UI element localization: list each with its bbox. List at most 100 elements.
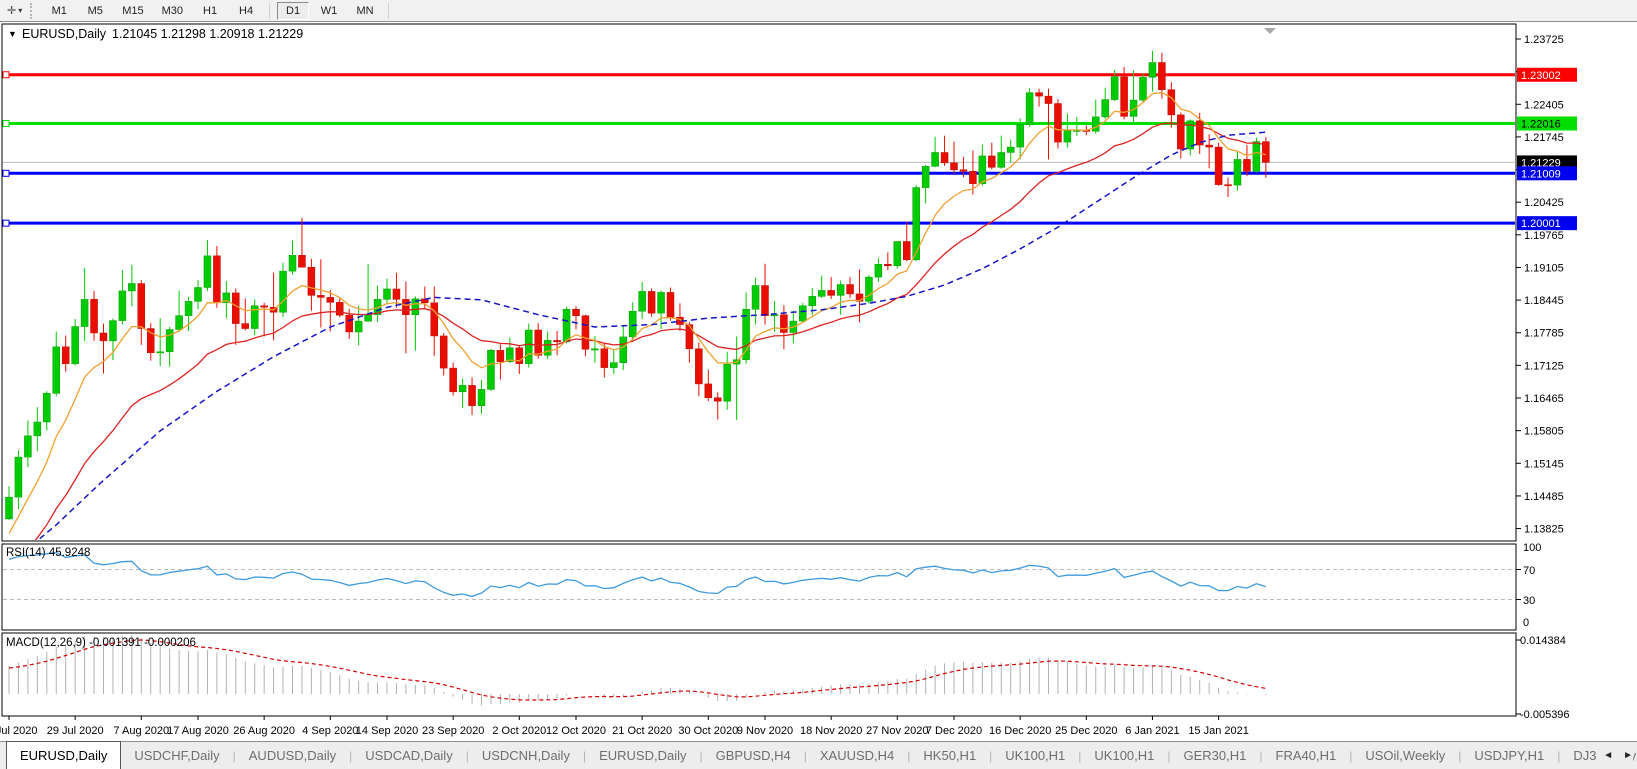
- timeframe-button-h4[interactable]: H4: [230, 2, 262, 20]
- candle-body: [204, 256, 211, 288]
- candle-body: [119, 291, 126, 321]
- candle-body: [100, 333, 107, 341]
- tab-xauusd-h4[interactable]: XAUUSD,H4: [807, 742, 907, 769]
- tab-usdchf-daily[interactable]: USDCHF,Daily: [121, 742, 232, 769]
- timeframe-button-h1[interactable]: H1: [194, 2, 226, 20]
- candle-body: [43, 393, 50, 422]
- timeframe-button-w1[interactable]: W1: [313, 2, 345, 20]
- candle-body: [34, 422, 41, 436]
- candle-body: [384, 289, 391, 299]
- candle-body: [894, 241, 901, 265]
- date-axis[interactable]: 20 Jul 202029 Jul 20207 Aug 202017 Aug 2…: [0, 716, 1249, 737]
- candle-body: [1092, 117, 1099, 131]
- price-tick-label: 1.13825: [1524, 524, 1564, 536]
- candle-body: [15, 457, 22, 497]
- candle-body: [695, 349, 702, 384]
- candle-body: [431, 303, 438, 336]
- tab-usdcnh-daily[interactable]: USDCNH,Daily: [469, 742, 583, 769]
- date-label: 14 Sep 2020: [356, 725, 418, 737]
- price-tick-label: 1.19105: [1524, 262, 1564, 274]
- candle-body: [1206, 145, 1213, 147]
- rsi-tick-label: 30: [1523, 595, 1535, 607]
- candle-body: [440, 336, 447, 368]
- date-label: 26 Aug 2020: [233, 725, 295, 737]
- tab-audusd-daily[interactable]: AUDUSD,Daily: [236, 742, 349, 769]
- candle-body: [535, 330, 542, 355]
- chart-collapse-caret-icon[interactable]: ▼: [8, 29, 17, 39]
- crosshair-icon: ✛: [7, 4, 16, 17]
- crosshair-tool-button[interactable]: ✛ ▾: [4, 2, 25, 20]
- date-label: 4 Sep 2020: [302, 725, 358, 737]
- candle-body: [743, 309, 750, 359]
- rsi-panel-border[interactable]: [2, 544, 1516, 630]
- rsi-label: RSI(14) 45.9248: [6, 547, 90, 559]
- candle-body: [1064, 131, 1071, 142]
- timeframe-button-m5[interactable]: M5: [79, 2, 111, 20]
- tab-fra40-h1[interactable]: FRA40,H1: [1263, 742, 1350, 769]
- hline-handle-1.22016[interactable]: [3, 121, 9, 127]
- hline-handle-1.23002[interactable]: [3, 72, 9, 78]
- trading-terminal-window: ✛ ▾ M1 M5 M15 M30 H1 H4 D1 W1 MN: [0, 0, 1637, 769]
- tab-gbpusd-h4[interactable]: GBPUSD,H4: [703, 742, 804, 769]
- candle-body: [1102, 100, 1109, 117]
- candle-body: [1168, 90, 1175, 115]
- candle-body: [525, 330, 532, 364]
- chart-area[interactable]: 1.237251.230651.224051.217451.210851.204…: [0, 22, 1637, 741]
- tab-eurusd-daily[interactable]: EURUSD,Daily: [586, 742, 699, 769]
- toolbar-grip[interactable]: [30, 3, 35, 19]
- candle-body: [818, 290, 825, 296]
- chevron-down-icon[interactable]: ▾: [18, 6, 22, 15]
- tab-usdjpy-h1[interactable]: USDJPY,H1: [1461, 742, 1557, 769]
- candle-body: [658, 292, 665, 313]
- timeframe-button-m1[interactable]: M1: [43, 2, 75, 20]
- date-label: 15 Jan 2021: [1188, 725, 1249, 737]
- tab-uk100-h1[interactable]: UK100,H1: [1081, 742, 1167, 769]
- tab-scroll-left-icon[interactable]: ◄: [1603, 750, 1613, 761]
- candle-body: [941, 152, 948, 162]
- price-badge-label: 1.20001: [1521, 218, 1561, 230]
- candle-body: [1140, 77, 1147, 100]
- date-label: 9 Nov 2020: [737, 725, 793, 737]
- candle-body: [336, 302, 343, 315]
- price-tick-label: 1.16465: [1524, 393, 1564, 405]
- macd-panel-border[interactable]: [2, 633, 1516, 716]
- tab-hk50-h1[interactable]: HK50,H1: [910, 742, 989, 769]
- chart-canvas[interactable]: 1.237251.230651.224051.217451.210851.204…: [0, 22, 1637, 741]
- candle-body: [1243, 159, 1250, 171]
- candle-body: [875, 264, 882, 277]
- date-label: 21 Oct 2020: [612, 725, 672, 737]
- candle-body: [932, 152, 939, 166]
- price-tick-label: 1.14485: [1524, 491, 1564, 503]
- timeframe-button-m15[interactable]: M15: [115, 2, 150, 20]
- candle-body: [988, 156, 995, 167]
- candle-body: [922, 166, 929, 187]
- hline-handle-1.21009[interactable]: [3, 170, 9, 176]
- tab-eurusd-daily[interactable]: EURUSD,Daily: [6, 741, 121, 769]
- candle-body: [837, 285, 844, 296]
- candle-body: [573, 309, 580, 315]
- tab-ger30-h1[interactable]: GER30,H1: [1171, 742, 1260, 769]
- tab-usoil-weekly[interactable]: USOil,Weekly: [1352, 742, 1458, 769]
- candle-body: [289, 255, 296, 271]
- candle-body: [610, 363, 617, 368]
- candle-body: [478, 389, 485, 405]
- candle-body: [393, 289, 400, 299]
- toolbar-separator: [269, 3, 270, 19]
- date-label: 20 Jul 2020: [0, 725, 37, 737]
- candle-body: [809, 296, 816, 305]
- tab-scroll-right-icon[interactable]: ►: [1623, 750, 1633, 761]
- candle-body: [601, 349, 608, 368]
- candle-body: [969, 171, 976, 183]
- price-tick-label: 1.15145: [1524, 458, 1564, 470]
- price-axis[interactable]: 1.237251.230651.224051.217451.210851.204…: [1516, 34, 1564, 536]
- candle-body: [865, 277, 872, 301]
- hline-handle-1.20001[interactable]: [3, 220, 9, 226]
- candle-body: [582, 316, 589, 350]
- timeframe-button-d1[interactable]: D1: [277, 2, 309, 20]
- tab-uk100-h1[interactable]: UK100,H1: [992, 742, 1078, 769]
- macd-tick-label: -0.005396: [1520, 709, 1570, 721]
- tab-usdcad-daily[interactable]: USDCAD,Daily: [352, 742, 465, 769]
- timeframe-button-m30[interactable]: M30: [155, 2, 190, 20]
- candle-body: [1149, 62, 1156, 77]
- timeframe-button-mn[interactable]: MN: [349, 2, 381, 20]
